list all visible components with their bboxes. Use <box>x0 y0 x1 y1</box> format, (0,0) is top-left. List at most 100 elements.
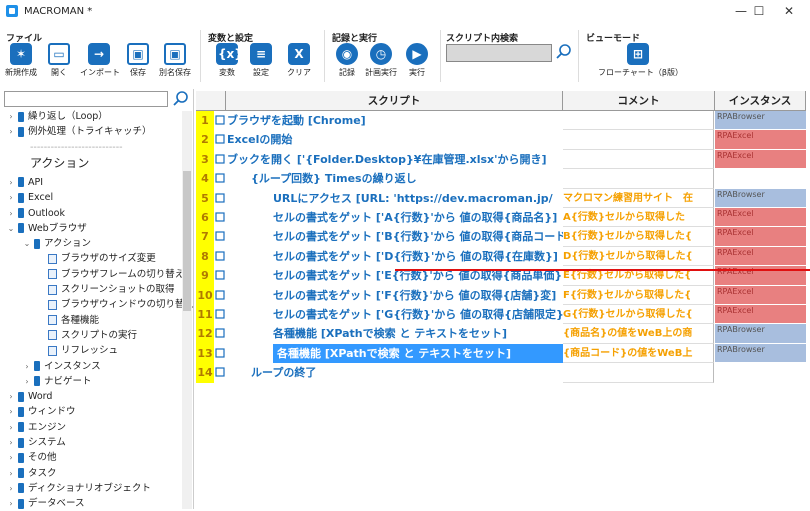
close-button[interactable]: ✕ <box>774 2 804 20</box>
script-row[interactable]: 10 セルの書式をゲット ['F{行数}'から 値の取得{店舗}変] F{行数}セル… <box>196 285 810 305</box>
clear-button[interactable]: X クリア <box>280 43 318 85</box>
script-row[interactable]: 4 {ループ回数} Timesの繰り返し <box>196 169 810 189</box>
search-icon[interactable] <box>172 90 190 108</box>
instance-cell[interactable] <box>715 363 806 383</box>
header-instance[interactable]: インスタンス <box>715 91 806 111</box>
comment-cell[interactable]: D{行数}セルから取得した{ <box>563 246 714 267</box>
sidebar-item[interactable]: › その他 <box>6 450 56 465</box>
variables-button[interactable]: {x} 変数 <box>208 43 246 85</box>
sidebar-item[interactable]: › Excel <box>6 190 53 205</box>
script-row[interactable]: 2 Excelの開始 RPAExcel <box>196 130 810 150</box>
run-button[interactable]: ▶ 実行 <box>398 43 436 85</box>
sidebar-item[interactable]: › API <box>6 175 43 190</box>
open-button[interactable]: ▭ 開く <box>40 43 78 85</box>
sidebar-scrollbar[interactable] <box>182 111 192 509</box>
sidebar-item[interactable]: リフレッシュ <box>46 343 118 358</box>
expander-icon[interactable]: › <box>22 359 32 374</box>
scrollbar-thumb[interactable] <box>183 171 191 311</box>
instance-cell[interactable]: RPABrowser <box>715 343 806 364</box>
expander-icon[interactable]: › <box>6 420 16 435</box>
expander-icon[interactable]: › <box>22 374 32 389</box>
save-as-button[interactable]: ▣ 別名保存 <box>156 43 194 85</box>
sidebar-item[interactable]: › タスク <box>6 466 56 481</box>
sidebar-search-input[interactable] <box>4 91 168 107</box>
settings-button[interactable]: ≡ 設定 <box>242 43 280 85</box>
comment-cell[interactable]: B{行数}セルから取得した{ <box>563 227 714 247</box>
search-icon[interactable] <box>556 43 572 61</box>
record-button[interactable]: ◉ 記録 <box>328 43 366 85</box>
sidebar-item[interactable]: › ディクショナリオブジェクト <box>6 481 150 496</box>
maximize-button[interactable]: ☐ <box>744 2 774 20</box>
instance-cell[interactable]: RPAExcel <box>715 149 806 170</box>
script-command[interactable]: セルの書式をゲット ['B{行数}'から 値の取得{商品コード}] <box>273 227 563 246</box>
sidebar-item[interactable]: スクリプトの実行 <box>46 328 137 343</box>
expander-icon[interactable]: › <box>6 481 16 496</box>
comment-cell[interactable] <box>563 149 714 170</box>
script-command[interactable]: セルの書式をゲット ['F{行数}'から 値の取得{店舗}変] <box>273 286 563 305</box>
save-button[interactable]: ▣ 保存 <box>119 43 157 85</box>
sidebar-item[interactable]: › 例外処理（トライキャッチ） <box>6 124 151 139</box>
comment-cell[interactable]: F{行数}セルから取得した{ <box>563 285 714 305</box>
import-button[interactable]: → インポート <box>80 43 120 85</box>
instance-cell[interactable]: RPAExcel <box>715 305 806 325</box>
sidebar-item[interactable]: ⌄ アクション <box>22 236 91 251</box>
script-command[interactable]: 各種機能 [XPathで検索 と テキストをセット] <box>273 324 563 343</box>
script-row[interactable]: 11 セルの書式をゲット ['G{行数}'から 値の取得{店舗限定}] G{行数}セ… <box>196 305 810 325</box>
sidebar-item[interactable]: › 繰り返し（Loop） <box>6 109 107 124</box>
script-row[interactable]: 12 各種機能 [XPathで検索 と テキストをセット] {商品名}の値をWeB上… <box>196 324 810 344</box>
comment-cell[interactable] <box>563 130 714 150</box>
sidebar-item[interactable]: › Outlook <box>6 206 65 221</box>
sidebar-item[interactable]: › ナビゲート <box>22 374 91 389</box>
comment-cell[interactable]: A{行数}セルから取得した <box>563 208 714 228</box>
expander-icon[interactable]: › <box>6 389 16 404</box>
script-command[interactable]: Excelの開始 <box>227 130 563 149</box>
script-command[interactable]: 各種機能 [XPathで検索 と テキストをセット] <box>273 343 563 364</box>
comment-cell[interactable]: {商品名}の値をWeB上の商 <box>563 324 714 344</box>
schedule-run-button[interactable]: ◷ 計画実行 <box>362 43 400 85</box>
instance-cell[interactable]: RPAExcel <box>715 130 806 150</box>
expander-icon[interactable]: › <box>6 435 16 450</box>
expander-icon[interactable]: › <box>6 404 16 419</box>
expander-icon[interactable]: › <box>6 190 16 205</box>
comment-cell[interactable]: マクロマン練習用サイト 在 <box>563 188 714 208</box>
expander-icon[interactable]: › <box>6 466 16 481</box>
script-command[interactable]: {ループ回数} Timesの繰り返し <box>251 169 563 188</box>
script-command[interactable]: セルの書式をゲット ['G{行数}'から 値の取得{店舗限定}] <box>273 305 563 324</box>
sidebar-item[interactable]: › システム <box>6 435 65 450</box>
script-row[interactable]: 6 セルの書式をゲット ['A{行数}'から 値の取得{商品名}] A{行数}セルか… <box>196 208 810 228</box>
header-script[interactable]: スクリプト <box>226 91 563 111</box>
expander-icon[interactable]: ⌄ <box>6 221 16 236</box>
header-comment[interactable]: コメント <box>563 91 715 111</box>
script-row[interactable]: 8 セルの書式をゲット ['D{行数}'から 値の取得{在庫数}] D{行数}セルか… <box>196 246 810 267</box>
expander-icon[interactable]: › <box>6 450 16 465</box>
expander-icon[interactable]: › <box>6 124 16 139</box>
script-command[interactable]: ブックを開く ['{Folder.Desktop}¥在庫管理.xlsx'から開き… <box>227 150 563 169</box>
script-row[interactable]: 5 URLにアクセス [URL: 'https://dev.macroman.jp… <box>196 188 810 208</box>
script-row[interactable]: 14 ループの終了 <box>196 363 810 383</box>
script-row[interactable]: 3 ブックを開く ['{Folder.Desktop}¥在庫管理.xlsx'から開… <box>196 149 810 170</box>
script-command[interactable]: ループの終了 <box>251 363 563 382</box>
instance-cell[interactable]: RPABrowser <box>715 111 806 131</box>
sidebar-item[interactable]: 各種機能 <box>46 313 99 328</box>
script-command[interactable]: セルの書式をゲット ['D{行数}'から 値の取得{在庫数}] <box>273 247 563 266</box>
comment-cell[interactable]: G{行数}セルから取得した{ <box>563 305 714 325</box>
expander-icon[interactable]: › <box>6 206 16 221</box>
sidebar-item[interactable]: › ウィンドウ <box>6 404 75 419</box>
sidebar-item[interactable]: ⌄ Webブラウザ <box>6 221 87 236</box>
comment-cell[interactable] <box>563 363 714 383</box>
script-row[interactable]: 7 セルの書式をゲット ['B{行数}'から 値の取得{商品コード}] B{行数}セ… <box>196 227 810 247</box>
instance-cell[interactable]: RPAExcel <box>715 208 806 228</box>
new-file-button[interactable]: ✶ 新規作成 <box>2 43 40 85</box>
script-command[interactable]: セルの書式をゲット ['A{行数}'から 値の取得{商品名}] <box>273 208 563 227</box>
script-row[interactable]: 1 ブラウザを起動 [Chrome] RPABrowser <box>196 111 810 131</box>
expander-icon[interactable]: › <box>6 175 16 190</box>
comment-cell[interactable]: {商品コード}の値をWeB上 <box>563 343 714 364</box>
sidebar-item[interactable]: スクリーンショットの取得 <box>46 282 175 297</box>
expander-icon[interactable]: › <box>6 109 16 124</box>
script-row[interactable]: 13 各種機能 [XPathで検索 と テキストをセット] {商品コード}の値をWe… <box>196 343 810 364</box>
script-command[interactable]: URLにアクセス [URL: 'https://dev.macroman.jp/ <box>273 189 563 208</box>
sidebar-item[interactable]: › Word <box>6 389 52 404</box>
instance-cell[interactable]: RPABrowser <box>715 188 806 208</box>
comment-cell[interactable] <box>563 169 714 189</box>
expander-icon[interactable]: ⌄ <box>22 236 32 251</box>
